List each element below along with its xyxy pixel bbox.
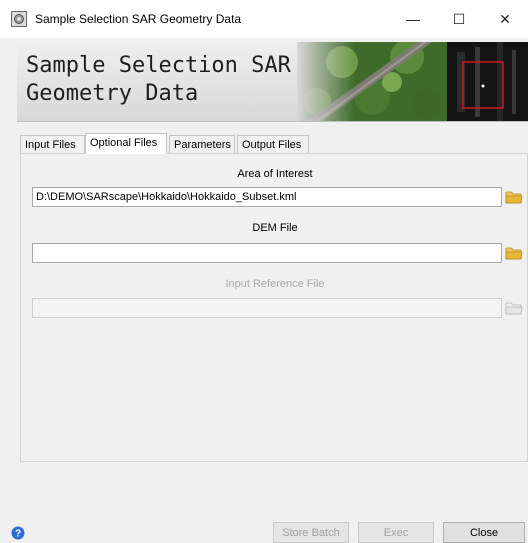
input-reference-file-label: Input Reference File bbox=[225, 278, 325, 290]
dem-file-input[interactable] bbox=[32, 243, 502, 263]
optional-files-panel: Area of Interest DEM File Input Referenc… bbox=[20, 153, 528, 462]
exec-button[interactable]: Exec bbox=[358, 522, 434, 543]
maximize-button[interactable]: ☐ bbox=[436, 0, 482, 38]
dem-file-label: DEM File bbox=[252, 222, 298, 234]
tab-output-files[interactable]: Output Files bbox=[237, 135, 309, 153]
header-banner: Sample Selection SAR Geometry Data bbox=[17, 42, 528, 122]
tab-optional-files[interactable]: Optional Files bbox=[85, 133, 167, 154]
banner-image bbox=[297, 42, 528, 121]
folder-icon[interactable] bbox=[505, 245, 523, 261]
folder-icon bbox=[505, 302, 523, 315]
window-title: Sample Selection SAR Geometry Data bbox=[35, 12, 242, 26]
input-reference-file-input bbox=[32, 298, 502, 318]
banner-title: Sample Selection SAR Geometry Data bbox=[26, 52, 291, 108]
banner-title-line2: Geometry Data bbox=[26, 81, 199, 106]
title-bar: Sample Selection SAR Geometry Data — ☐ ✕ bbox=[0, 0, 528, 38]
tab-parameters[interactable]: Parameters bbox=[169, 135, 235, 153]
help-icon[interactable]: ? bbox=[11, 526, 25, 540]
area-of-interest-input[interactable] bbox=[32, 187, 502, 207]
minimize-button[interactable]: — bbox=[390, 0, 436, 38]
app-icon bbox=[11, 11, 27, 27]
folder-icon[interactable] bbox=[505, 189, 523, 205]
banner-title-line1: Sample Selection SAR bbox=[26, 53, 291, 78]
close-window-button[interactable]: ✕ bbox=[482, 0, 528, 38]
store-batch-button[interactable]: Store Batch bbox=[273, 522, 349, 543]
area-of-interest-label: Area of Interest bbox=[237, 168, 313, 180]
svg-text:?: ? bbox=[15, 529, 21, 540]
tab-input-files[interactable]: Input Files bbox=[20, 135, 85, 153]
close-button[interactable]: Close bbox=[443, 522, 525, 543]
